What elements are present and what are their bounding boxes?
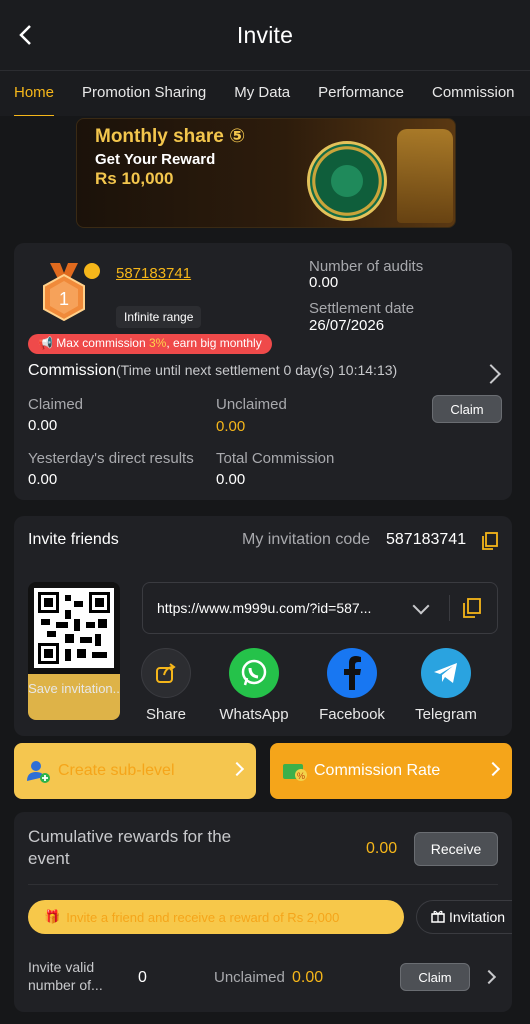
chevron-right-icon[interactable] xyxy=(481,364,501,384)
settlement-value: 26/07/2026 xyxy=(309,317,385,334)
megaphone-icon: 📢 xyxy=(38,336,53,350)
unclaimed-label: Unclaimed xyxy=(216,396,287,413)
telegram-label: Telegram xyxy=(415,706,477,723)
invite-card: Invite friends My invitation code 587183… xyxy=(14,516,512,736)
tab-promotion-sharing[interactable]: Promotion Sharing xyxy=(68,71,220,116)
claimed-label: Claimed xyxy=(28,396,84,413)
back-icon[interactable] xyxy=(14,22,36,48)
valid-invites-label: Invite valid number of... xyxy=(28,959,103,993)
divider xyxy=(449,595,450,621)
commission-rate-button[interactable]: % Commission Rate xyxy=(270,743,512,799)
divider xyxy=(28,884,498,885)
commission-heading[interactable]: Commission(Time until next settlement 0 … xyxy=(28,362,397,380)
cumulative-rewards-value: 0.00 xyxy=(366,840,398,857)
copy-url-icon[interactable] xyxy=(463,598,481,621)
banner-amount: Rs 10,000 xyxy=(95,169,174,188)
total-commission-value: 0.00 xyxy=(216,471,246,488)
invite-url-text: https://www.m999u.com/?id=587... xyxy=(157,600,372,616)
invitation-code-value: 587183741 xyxy=(386,531,467,548)
svg-text:%: % xyxy=(297,771,305,781)
unclaimed-value: 0.00 xyxy=(216,418,246,435)
level-medal-icon: 1 xyxy=(40,263,100,322)
create-sublevel-label: Create sub-level xyxy=(58,762,175,779)
promo-banner[interactable]: Monthly share ⑤ Get Your Reward Rs 10,00… xyxy=(76,118,456,228)
share-icon xyxy=(141,648,191,698)
copy-code-icon[interactable] xyxy=(482,532,498,555)
gift-icon: 🎁 xyxy=(44,909,61,924)
commission-title: Commission xyxy=(28,362,117,379)
max-commission-suffix: , earn big monthly xyxy=(166,336,262,350)
account-id-link[interactable]: 587183741 xyxy=(116,265,191,282)
chevron-right-icon xyxy=(229,761,245,777)
max-commission-text: Max commission xyxy=(56,336,149,350)
rewards-unclaimed-label: Unclaimed xyxy=(214,969,285,986)
invite-url-field[interactable]: https://www.m999u.com/?id=587... xyxy=(142,582,498,634)
tab-home[interactable]: Home xyxy=(0,71,68,116)
create-sublevel-button[interactable]: Create sub-level xyxy=(14,743,256,799)
gift-outline-icon xyxy=(431,909,445,926)
whatsapp-icon xyxy=(229,648,279,698)
receive-button[interactable]: Receive xyxy=(414,832,498,866)
settlement-countdown: (Time until next settlement 0 day(s) 10:… xyxy=(116,362,398,378)
add-user-icon xyxy=(26,759,50,788)
chevron-right-icon[interactable] xyxy=(481,969,497,985)
info-badge-icon xyxy=(84,263,100,279)
yesterday-results-label: Yesterday's direct results xyxy=(28,450,194,467)
share-label: Share xyxy=(145,706,187,723)
audits-value: 0.00 xyxy=(309,274,339,291)
save-invitation-button[interactable]: Save invitation.. xyxy=(28,674,120,720)
invite-title: Invite friends xyxy=(28,531,119,548)
rewards-card: Cumulative rewards for the event 0.00 Re… xyxy=(14,812,512,1012)
prize-wheel-icon xyxy=(307,141,387,221)
yesterday-results-value: 0.00 xyxy=(28,471,58,488)
svg-text:1: 1 xyxy=(59,289,69,309)
facebook-icon xyxy=(327,648,377,698)
facebook-label: Facebook xyxy=(319,706,385,723)
qr-code-image xyxy=(34,588,114,668)
invitation-code-label: My invitation code xyxy=(242,531,371,548)
max-commission-percent: 3% xyxy=(148,336,167,350)
range-badge: Infinite range xyxy=(116,306,202,328)
invitation-pill-label: Invitation xyxy=(449,909,506,925)
audits-label: Number of audits xyxy=(309,258,424,275)
telegram-icon xyxy=(421,648,471,698)
claimed-value: 0.00 xyxy=(28,417,58,434)
header-bar: Invite xyxy=(0,0,530,70)
valid-invites-value: 0 xyxy=(138,969,147,986)
share-option-telegram[interactable]: Telegram xyxy=(406,648,486,723)
rewards-unclaimed-value: 0.00 xyxy=(292,969,324,986)
percent-icon: % xyxy=(282,759,308,788)
tab-my-data[interactable]: My Data xyxy=(220,71,304,116)
tab-bar: Home Promotion Sharing My Data Performan… xyxy=(0,70,530,116)
invitation-pill[interactable]: Invitation xyxy=(416,900,512,934)
max-commission-banner: 📢 Max commission 3%, earn big monthly xyxy=(28,334,272,354)
chevron-down-icon[interactable] xyxy=(412,597,430,615)
rewards-claim-button[interactable]: Claim xyxy=(400,963,470,991)
banner-subtitle: Get Your Reward xyxy=(95,151,216,168)
tab-performance[interactable]: Performance xyxy=(304,71,418,116)
share-option-whatsapp[interactable]: WhatsApp xyxy=(214,648,294,723)
treasure-icon xyxy=(397,129,453,223)
invite-reward-text: Invite a friend and receive a reward of … xyxy=(66,909,340,925)
chevron-right-icon xyxy=(485,761,501,777)
whatsapp-label: WhatsApp xyxy=(219,706,289,723)
share-option-facebook[interactable]: Facebook xyxy=(312,648,392,723)
banner-title: Monthly share ⑤ xyxy=(95,126,246,147)
commission-card: 1 587183741 Infinite range Number of aud… xyxy=(14,243,512,500)
tab-commission[interactable]: Commission xyxy=(418,71,529,116)
page-title: Invite xyxy=(236,21,294,48)
settlement-label: Settlement date xyxy=(309,300,415,317)
total-commission-label: Total Commission xyxy=(216,450,335,467)
claim-commission-button[interactable]: Claim xyxy=(432,395,502,423)
invite-reward-banner[interactable]: 🎁 Invite a friend and receive a reward o… xyxy=(28,900,404,934)
qr-code-panel: Save invitation.. xyxy=(28,582,120,720)
share-option-share[interactable]: Share xyxy=(126,648,206,723)
commission-rate-label: Commission Rate xyxy=(314,762,441,779)
cumulative-rewards-label: Cumulative rewards for the event xyxy=(28,827,232,868)
